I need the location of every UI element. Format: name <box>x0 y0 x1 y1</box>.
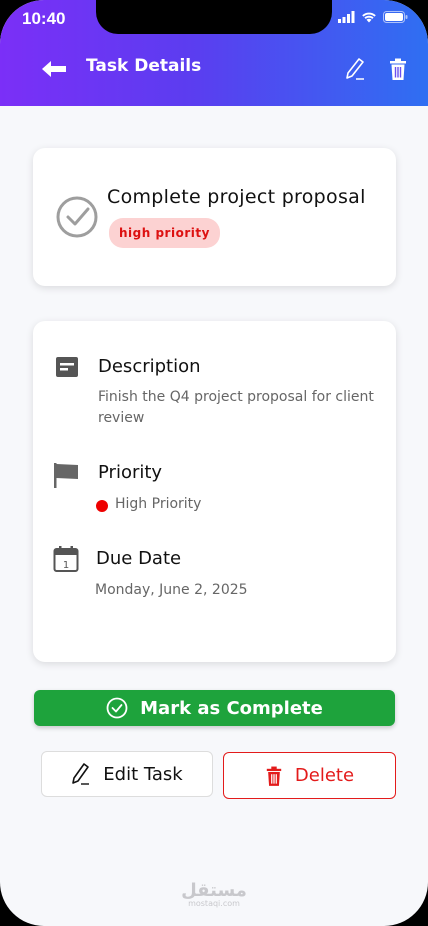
task-title: Complete project proposal <box>107 186 366 208</box>
description-text: Finish the Q4 project proposal for clien… <box>98 389 374 426</box>
priority-badge: high priority <box>109 218 220 248</box>
page-title: Task Details <box>86 56 202 76</box>
edit-task-button[interactable]: Edit Task <box>41 751 213 797</box>
task-details-card: Description Finish the Q4 project propos… <box>33 321 396 662</box>
delete-button[interactable]: Delete <box>223 752 396 799</box>
battery-icon <box>383 11 408 23</box>
phone-screen: 10:40 Task Details Complete project prop… <box>0 0 428 926</box>
description-label: Description <box>98 356 201 377</box>
check-circle-icon[interactable] <box>55 195 99 239</box>
wifi-icon <box>362 12 376 23</box>
description-icon <box>56 357 78 377</box>
status-time: 10:40 <box>22 9 66 28</box>
watermark-sub: mostaqi.com <box>188 899 240 908</box>
back-arrow-icon[interactable] <box>40 58 68 80</box>
watermark-text: مستقل <box>181 880 247 901</box>
trash-icon <box>266 766 282 786</box>
status-icons <box>338 11 408 23</box>
signal-icon <box>338 11 355 23</box>
pencil-icon[interactable] <box>344 56 366 82</box>
calendar-icon: 1 <box>53 546 79 572</box>
device-notch <box>96 0 332 34</box>
pencil-icon <box>72 763 90 785</box>
trash-icon[interactable] <box>388 57 408 81</box>
priority-dot <box>96 500 108 512</box>
task-summary-card: Complete project proposal high priority <box>33 148 396 286</box>
due-date-label: Due Date <box>96 548 182 569</box>
watermark-logo: مستقل mostaqi.com <box>0 880 428 908</box>
priority-value: High Priority <box>115 496 202 512</box>
delete-label: Delete <box>294 765 355 786</box>
due-date-value: Monday, June 2, 2025 <box>95 582 248 598</box>
flag-icon <box>54 463 78 488</box>
check-circle-icon <box>106 697 128 719</box>
mark-complete-button[interactable]: Mark as Complete <box>34 690 395 726</box>
svg-text:1: 1 <box>63 560 69 571</box>
mark-complete-label: Mark as Complete <box>140 697 323 719</box>
edit-task-label: Edit Task <box>103 763 183 785</box>
app-header: 10:40 Task Details <box>0 0 428 106</box>
priority-label: Priority <box>98 462 163 483</box>
